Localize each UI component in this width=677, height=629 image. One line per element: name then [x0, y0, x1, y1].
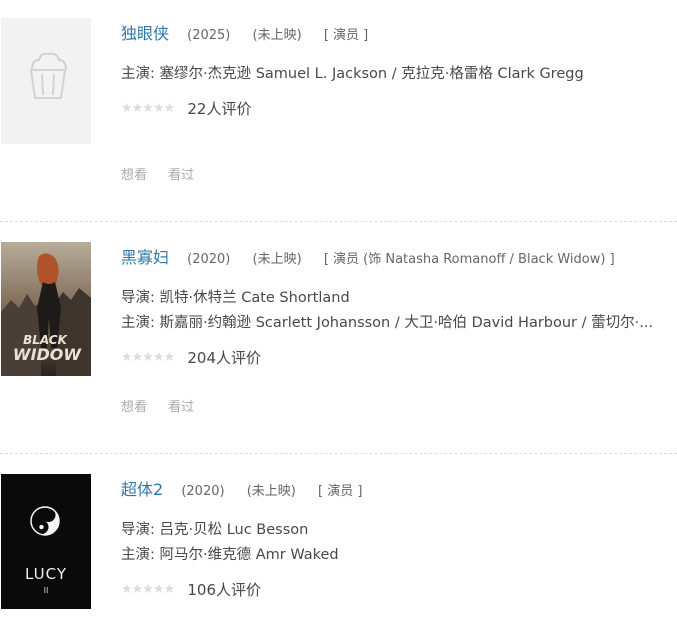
poster-lucy[interactable]: LUCY II	[1, 474, 91, 609]
want-to-watch-button[interactable]: 想看	[121, 168, 147, 183]
rating: ★★★★★ 22人评价	[121, 98, 251, 119]
poster-image: BLACK WIDOW	[1, 242, 91, 376]
release-year: (2020)	[181, 484, 225, 499]
release-status: (未上映)	[246, 484, 296, 499]
popcorn-icon	[29, 52, 67, 99]
poster-title-line1: LUCY	[25, 565, 67, 583]
rating-count: 204人评价	[187, 349, 262, 367]
poster-placeholder[interactable]	[1, 18, 91, 144]
rating-count: 106人评价	[187, 581, 262, 599]
subject-actions: 想看 看过	[121, 396, 211, 415]
star-rating-icon: ★★★★★	[121, 350, 175, 365]
watched-button[interactable]: 看过	[168, 400, 194, 415]
rating: ★★★★★ 106人评价	[121, 579, 261, 600]
poster-title-line2: II	[44, 586, 49, 595]
want-to-watch-button[interactable]: 想看	[121, 400, 147, 415]
subject-title-link[interactable]: 超体2	[121, 480, 163, 499]
director-line: 导演: 吕克·贝松 Luc Besson	[121, 522, 309, 538]
watched-button[interactable]: 看过	[168, 168, 194, 183]
subject-info: 独眼侠 (2025) (未上映) [ 演员 ] 主演: 塞缪尔·杰克逊 Samu…	[121, 18, 677, 188]
release-year: (2025)	[187, 28, 231, 43]
subject-title-link[interactable]: 独眼侠	[121, 24, 169, 43]
release-status: (未上映)	[252, 28, 302, 43]
role-label: [ 演员 (饰 Natasha Romanoff / Black Widow) …	[323, 252, 615, 267]
subject-actions: 想看 看过	[121, 164, 211, 183]
cast-line: 主演: 斯嘉丽·约翰逊 Scarlett Johansson / 大卫·哈伯 D…	[121, 315, 654, 331]
role-label: [ 演员 ]	[323, 28, 369, 43]
star-rating-icon: ★★★★★	[121, 101, 175, 116]
divider	[0, 453, 677, 454]
rating: ★★★★★ 204人评价	[121, 347, 261, 368]
cast-line: 主演: 塞缪尔·杰克逊 Samuel L. Jackson / 克拉克·格雷格 …	[121, 66, 584, 82]
subject-info: 黑寡妇 (2020) (未上映) [ 演员 (饰 Natasha Romanof…	[121, 242, 677, 417]
poster-image: LUCY II	[1, 474, 91, 609]
cast-line: 主演: 阿马尔·维克德 Amr Waked	[121, 547, 339, 563]
rating-count: 22人评价	[187, 100, 252, 118]
poster-black-widow[interactable]: BLACK WIDOW	[1, 242, 91, 376]
release-status: (未上映)	[252, 252, 302, 267]
director-line: 导演: 凯特·休特兰 Cate Shortland	[121, 290, 350, 306]
divider	[0, 221, 677, 222]
subject-info: 超体2 (2020) (未上映) [ 演员 ] 导演: 吕克·贝松 Luc Be…	[121, 474, 677, 609]
subject-title-link[interactable]: 黑寡妇	[121, 248, 169, 267]
role-label: [ 演员 ]	[318, 484, 363, 499]
poster-title-line2: WIDOW	[13, 345, 82, 364]
star-rating-icon: ★★★★★	[121, 582, 175, 597]
release-year: (2020)	[187, 252, 231, 267]
